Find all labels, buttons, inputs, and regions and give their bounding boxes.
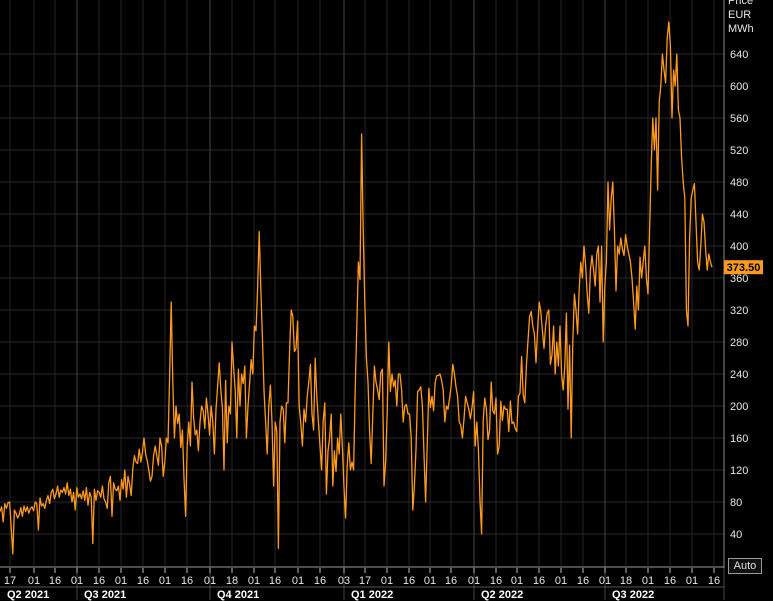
x-tick-label: 16 (664, 575, 676, 587)
x-tick-label: 03 (338, 575, 350, 587)
y-tick-label: 560 (730, 113, 748, 125)
quarter-label: Q2 2021 (7, 589, 49, 601)
y-axis-title-line: Price (728, 0, 753, 7)
x-tick-label: 18 (620, 575, 632, 587)
y-tick-label: 320 (730, 305, 748, 317)
x-tick-label: 01 (28, 575, 40, 587)
x-tick-label: 16 (403, 575, 415, 587)
x-tick-label: 01 (248, 575, 260, 587)
y-tick-label: 640 (730, 49, 748, 61)
x-tick-label: 01 (204, 575, 216, 587)
x-tick-label: 16 (269, 575, 281, 587)
x-tick-label: 16 (577, 575, 589, 587)
x-tick-label: 16 (708, 575, 720, 587)
x-tick-label: 16 (445, 575, 457, 587)
x-tick-label: 16 (137, 575, 149, 587)
x-tick-label: 01 (292, 575, 304, 587)
quarter-label: Q1 2022 (351, 589, 393, 601)
x-tick-label: 01 (511, 575, 523, 587)
x-tick-label: 16 (181, 575, 193, 587)
y-tick-label: 200 (730, 401, 748, 413)
y-tick-label: 160 (730, 433, 748, 445)
price-chart: 40 80 120 160 200 240 280 320 360 400 440 480 520 560… (0, 0, 773, 601)
x-tick-label: 01 (555, 575, 567, 587)
y-tick-label: 80 (730, 497, 742, 509)
quarter-label: Q3 2022 (612, 589, 654, 601)
y-tick-label: 400 (730, 241, 748, 253)
quarter-label: Q2 2022 (481, 589, 523, 601)
quarter-label: Q4 2021 (217, 589, 259, 601)
quarter-label: Q3 2021 (84, 589, 126, 601)
x-tick-label: 16 (49, 575, 61, 587)
y-axis-title-line: MWh (728, 23, 754, 35)
y-tick-label: 480 (730, 177, 748, 189)
auto-scale-button[interactable]: Auto (728, 558, 762, 574)
y-axis-title-line: EUR (728, 9, 751, 21)
x-tick-label: 16 (93, 575, 105, 587)
y-tick-label: 440 (730, 209, 748, 221)
x-tick-label: 16 (533, 575, 545, 587)
x-tick-label: 01 (424, 575, 436, 587)
y-tick-label: 520 (730, 145, 748, 157)
y-tick-label: 40 (730, 529, 742, 541)
x-tick-label: 01 (599, 575, 611, 587)
x-tick-label: 01 (71, 575, 83, 587)
last-value-label: 373.50 (727, 262, 761, 274)
x-tick-label: 17 (4, 575, 16, 587)
x-tick-label: 01 (115, 575, 127, 587)
x-tick-label: 17 (359, 575, 371, 587)
x-tick-label: 01 (381, 575, 393, 587)
x-tick-label: 16 (314, 575, 326, 587)
y-tick-label: 600 (730, 81, 748, 93)
y-tick-label: 120 (730, 465, 748, 477)
x-tick-label: 01 (686, 575, 698, 587)
y-tick-label: 360 (730, 273, 748, 285)
x-tick-label: 18 (226, 575, 238, 587)
y-tick-label: 240 (730, 369, 748, 381)
x-tick-label: 01 (468, 575, 480, 587)
x-tick-label: 01 (642, 575, 654, 587)
x-tick-label: 16 (490, 575, 502, 587)
y-tick-label: 280 (730, 337, 748, 349)
x-tick-label: 01 (159, 575, 171, 587)
